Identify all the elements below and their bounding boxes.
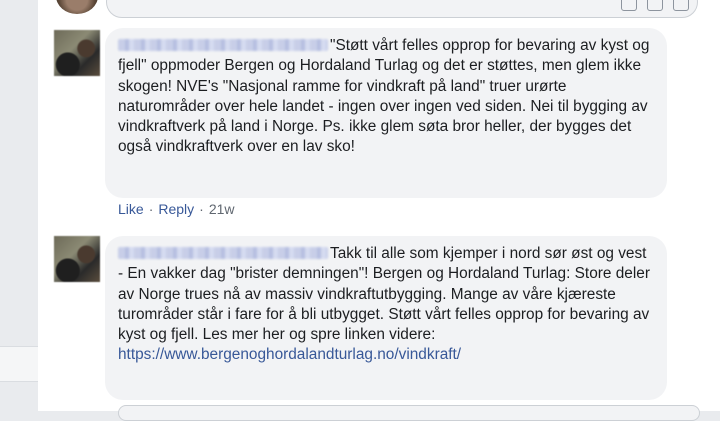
commenter-avatar[interactable]	[54, 30, 100, 76]
write-comment-input[interactable]	[106, 0, 698, 18]
camera-icon[interactable]	[621, 0, 637, 11]
separator-dot: ·	[148, 201, 154, 217]
comment-bubble: Takk til alle som kjemper i nord sør øst…	[105, 236, 667, 400]
comment-timestamp[interactable]: 21w	[209, 201, 235, 217]
comment-bubble: "Støtt vårt felles opprop for bevaring a…	[105, 28, 667, 198]
commenter-name[interactable]	[118, 39, 328, 51]
sticker-icon[interactable]	[673, 0, 689, 11]
comment-text: Takk til alle som kjemper i nord sør øst…	[118, 245, 655, 344]
current-user-avatar[interactable]	[56, 0, 98, 14]
reply-button[interactable]: Reply	[158, 201, 194, 217]
next-comment-bubble	[118, 405, 700, 421]
comment-actions: Like · Reply · 21w	[118, 201, 235, 217]
commenter-name[interactable]	[118, 247, 328, 259]
like-button[interactable]: Like	[118, 201, 144, 217]
gif-icon[interactable]	[647, 0, 663, 11]
comments-panel: "Støtt vårt felles opprop for bevaring a…	[38, 0, 720, 421]
comment-link[interactable]: https://www.bergenoghordalandturlag.no/v…	[118, 346, 461, 363]
comment-input-icons	[621, 0, 689, 11]
comment-text: "Støtt vårt felles opprop for bevaring a…	[118, 37, 654, 156]
left-sidebar-box[interactable]	[0, 346, 38, 382]
commenter-avatar[interactable]	[54, 236, 100, 282]
separator-dot: ·	[199, 201, 204, 217]
